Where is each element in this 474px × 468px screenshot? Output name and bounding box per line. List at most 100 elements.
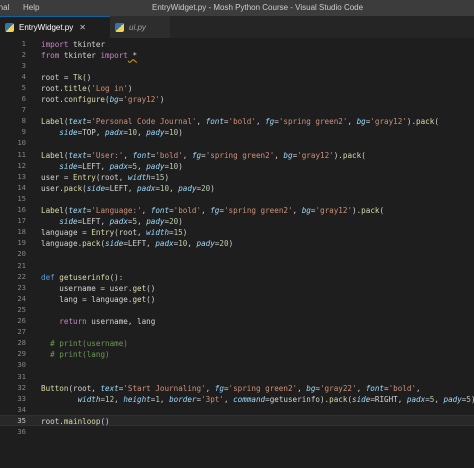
code-line[interactable]: language.pack(side=LEFT, padx=10, pady=2… bbox=[41, 238, 233, 249]
code-line[interactable]: # print(username) bbox=[41, 338, 128, 349]
code-token: 'gray12' bbox=[297, 150, 334, 160]
code-line[interactable]: username = user.get() bbox=[41, 283, 155, 294]
tab-label: EntryWidget.py bbox=[19, 23, 74, 32]
code-line[interactable]: root.title('Log in') bbox=[41, 83, 132, 94]
code-token: pady bbox=[178, 183, 197, 193]
code-line[interactable]: Label(text='User:', font='bold', fg='spr… bbox=[41, 150, 366, 161]
code-token: () bbox=[100, 416, 110, 426]
code-token: ) bbox=[182, 228, 188, 238]
line-number: 5 bbox=[21, 82, 26, 92]
code-line[interactable]: root = Tk() bbox=[41, 72, 91, 83]
python-file-icon bbox=[115, 22, 124, 32]
code-line[interactable]: Label(text='Personal Code Journal', font… bbox=[41, 116, 439, 127]
code-token: ) bbox=[210, 183, 215, 193]
window-title: EntryWidget.py - Mosh Python Course - Vi… bbox=[152, 3, 364, 12]
line-number: 18 bbox=[17, 227, 26, 237]
code-token: Label bbox=[41, 150, 64, 160]
code-token: pady bbox=[146, 161, 165, 171]
line-number-gutter: 1 2 3 4 5 6 7 8 9 10 11 12 13 14 15 16 17 18 19 20 21 22 23 24 2… bbox=[0, 38, 34, 468]
code-token: width bbox=[127, 172, 151, 182]
code-token: =LEFT, bbox=[105, 183, 138, 193]
code-token: , bbox=[356, 383, 366, 393]
code-editor[interactable]: 1 2 3 4 5 6 7 8 9 10 11 12 13 14 15 16 17 18 19 20 21 22 23 24 2… bbox=[0, 38, 474, 468]
code-token: ) bbox=[178, 128, 183, 138]
code-line[interactable]: width=12, height=1, border='3pt', comman… bbox=[41, 394, 474, 405]
line-number: 26 bbox=[17, 316, 26, 325]
line-number: 35 bbox=[17, 415, 26, 425]
code-line[interactable]: Label(text='Language:', font='bold', fg=… bbox=[41, 205, 384, 216]
code-token: return bbox=[59, 317, 87, 326]
tab-ui[interactable]: ui.py bbox=[110, 16, 170, 38]
code-line[interactable]: Button(root, text='Start Journaling', fg… bbox=[41, 383, 421, 394]
code-token: (root, bbox=[68, 383, 101, 393]
code-token: padx bbox=[105, 128, 124, 138]
menu-item-journal[interactable]: rnal bbox=[0, 3, 9, 12]
code-token: padx bbox=[137, 183, 156, 193]
code-line[interactable]: user.pack(side=LEFT, padx=10, pady=20) bbox=[41, 183, 215, 194]
code-token: fg bbox=[265, 117, 275, 127]
code-token: language. bbox=[41, 239, 83, 249]
code-token: , bbox=[137, 161, 147, 171]
code-area[interactable]: import tkinter from tkinter import * root … bbox=[41, 38, 474, 468]
code-token: tkinter bbox=[68, 39, 106, 49]
code-line[interactable]: language = Entry(root, width=15) bbox=[41, 227, 187, 238]
code-token: 'bold' bbox=[173, 206, 202, 215]
code-line[interactable]: lang = language.get() bbox=[41, 294, 155, 305]
code-line[interactable]: side=LEFT, padx=5, pady=10) bbox=[41, 161, 183, 172]
menu-item-help[interactable]: Help bbox=[23, 3, 39, 12]
code-token: pady bbox=[196, 239, 215, 249]
line-number: 19 bbox=[17, 238, 26, 248]
code-token: root. bbox=[41, 95, 64, 104]
code-token: bg bbox=[109, 95, 119, 104]
code-token: 'Language:' bbox=[91, 206, 142, 215]
code-token: root. bbox=[41, 83, 64, 93]
code-token: side bbox=[105, 239, 124, 249]
code-line[interactable]: user = Entry(root, width=15) bbox=[41, 172, 169, 183]
title-bar: rnal Help EntryWidget.py - Mosh Python C… bbox=[0, 0, 474, 16]
code-line[interactable]: root.mainloop() bbox=[41, 416, 110, 427]
close-icon[interactable]: ✕ bbox=[79, 23, 86, 32]
line-number: 7 bbox=[21, 105, 26, 115]
code-token: 10 bbox=[159, 183, 170, 193]
code-token: , bbox=[416, 383, 421, 393]
line-number: 22 bbox=[17, 271, 26, 281]
code-line[interactable]: from tkinter import * bbox=[41, 50, 137, 61]
code-token: 'bold' bbox=[228, 117, 256, 127]
code-token: title bbox=[63, 83, 87, 93]
line-number: 1 bbox=[21, 38, 26, 48]
code-token: from bbox=[41, 50, 60, 60]
code-token: padx bbox=[109, 217, 128, 227]
tab-entrywidget[interactable]: EntryWidget.py ✕ bbox=[0, 16, 110, 38]
code-token: ). bbox=[406, 117, 417, 127]
code-token: 'bold' bbox=[388, 383, 417, 393]
code-line[interactable]: root.configure(bg='gray12') bbox=[41, 94, 164, 105]
line-number: 20 bbox=[17, 249, 26, 259]
line-number: 2 bbox=[21, 49, 26, 59]
code-token: 20 bbox=[201, 183, 211, 193]
code-token: Label bbox=[41, 206, 64, 215]
code-line[interactable]: # print(lang) bbox=[41, 349, 109, 360]
line-number: 11 bbox=[17, 149, 26, 159]
code-token: , bbox=[223, 394, 234, 404]
code-token: (root, bbox=[95, 172, 128, 182]
code-token: side bbox=[59, 217, 78, 227]
code-token: padx bbox=[155, 239, 174, 249]
code-token: , bbox=[205, 383, 215, 393]
code-token: fg bbox=[214, 383, 224, 393]
code-line[interactable]: import tkinter bbox=[41, 39, 105, 50]
code-line[interactable]: return username, lang bbox=[41, 316, 155, 327]
code-line[interactable]: side=TOP, padx=10, pady=10) bbox=[41, 127, 183, 138]
code-token: 'Start Journaling' bbox=[123, 383, 206, 393]
code-token: ) bbox=[228, 239, 234, 249]
code-token: bg bbox=[301, 206, 311, 215]
line-number: 4 bbox=[21, 71, 26, 81]
code-token: ) bbox=[127, 83, 133, 93]
code-line[interactable]: side=LEFT, padx=5, pady=20) bbox=[41, 216, 183, 227]
code-line[interactable]: def getuserinfo(): bbox=[41, 272, 123, 283]
line-number: 33 bbox=[17, 393, 26, 403]
code-token: width bbox=[77, 394, 101, 404]
code-token: font bbox=[365, 383, 385, 393]
